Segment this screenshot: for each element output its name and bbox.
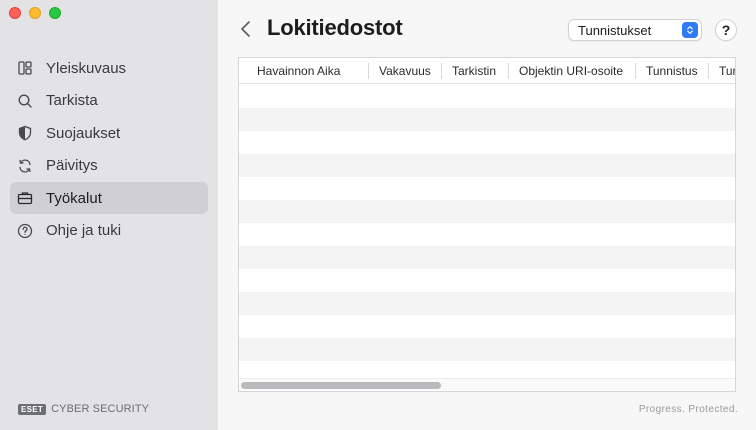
table-row xyxy=(239,292,735,315)
sidebar-nav: Yleiskuvaus Tarkista Suojaukset Päivitys… xyxy=(10,52,208,247)
table-body xyxy=(239,85,735,378)
shield-icon xyxy=(17,125,33,141)
table-row xyxy=(239,131,735,154)
table-row xyxy=(239,315,735,338)
column-header-partial[interactable]: Tun xyxy=(709,58,735,84)
table-row xyxy=(239,200,735,223)
zoom-window-button[interactable] xyxy=(49,7,61,19)
sidebar: Yleiskuvaus Tarkista Suojaukset Päivitys… xyxy=(0,0,218,430)
brand-text: CYBER SECURITY xyxy=(51,403,150,415)
table-row xyxy=(239,246,735,269)
footer-tagline: Progress. Protected. xyxy=(638,404,738,415)
briefcase-icon xyxy=(17,190,33,206)
chevron-left-icon xyxy=(241,21,250,37)
horizontal-scrollbar-thumb[interactable] xyxy=(241,382,441,389)
table-row xyxy=(239,154,735,177)
table-row xyxy=(239,85,735,108)
column-header-detection[interactable]: Tunnistus xyxy=(636,58,709,84)
window-controls xyxy=(9,7,61,19)
help-button[interactable]: ? xyxy=(715,19,737,41)
column-header-scanner[interactable]: Tarkistin xyxy=(442,58,509,84)
page-title: Lokitiedostot xyxy=(267,15,403,40)
column-header-object-uri[interactable]: Objektin URI-osoite xyxy=(509,58,636,84)
table-header: Havainnon Aika Vakavuus Tarkistin Objekt… xyxy=(239,58,735,84)
table-row xyxy=(239,108,735,131)
sidebar-item-protections[interactable]: Suojaukset xyxy=(10,117,208,149)
sidebar-item-overview[interactable]: Yleiskuvaus xyxy=(10,52,208,84)
search-icon xyxy=(17,93,33,109)
sidebar-item-scan[interactable]: Tarkista xyxy=(10,85,208,117)
horizontal-scrollbar[interactable] xyxy=(239,378,735,391)
overview-icon xyxy=(17,60,33,76)
column-header-detection-time[interactable]: Havainnon Aika xyxy=(239,58,369,84)
log-type-select-value: Tunnistukset xyxy=(578,22,652,38)
sidebar-item-label: Suojaukset xyxy=(46,124,121,142)
eset-logo: eset xyxy=(18,403,47,415)
updown-chevron-icon xyxy=(682,22,698,38)
sidebar-item-tools[interactable]: Työkalut xyxy=(10,182,208,214)
table-row xyxy=(239,223,735,246)
help-circle-icon xyxy=(17,223,33,239)
sidebar-item-label: Tarkista xyxy=(46,92,98,109)
column-header-severity[interactable]: Vakavuus xyxy=(369,58,442,84)
sidebar-item-label: Ohje ja tuki xyxy=(46,222,122,239)
sidebar-item-label: Työkalut xyxy=(46,189,102,207)
table-row xyxy=(239,338,735,361)
refresh-icon xyxy=(17,158,33,174)
back-button[interactable] xyxy=(238,19,254,39)
log-type-select[interactable]: Tunnistukset xyxy=(568,19,702,41)
close-window-button[interactable] xyxy=(9,7,21,19)
minimize-window-button[interactable] xyxy=(29,7,41,19)
sidebar-item-help[interactable]: Ohje ja tuki xyxy=(10,215,208,247)
log-table: Havainnon Aika Vakavuus Tarkistin Objekt… xyxy=(238,57,736,392)
table-row xyxy=(239,177,735,200)
brand: eset CYBER SECURITY xyxy=(18,403,149,415)
sidebar-item-label: Yleiskuvaus xyxy=(46,59,127,77)
sidebar-item-update[interactable]: Päivitys xyxy=(10,150,208,182)
main-panel: Lokitiedostot Tunnistukset ? Havainnon A… xyxy=(218,0,756,430)
sidebar-item-label: Päivitys xyxy=(46,157,98,174)
table-row xyxy=(239,269,735,292)
